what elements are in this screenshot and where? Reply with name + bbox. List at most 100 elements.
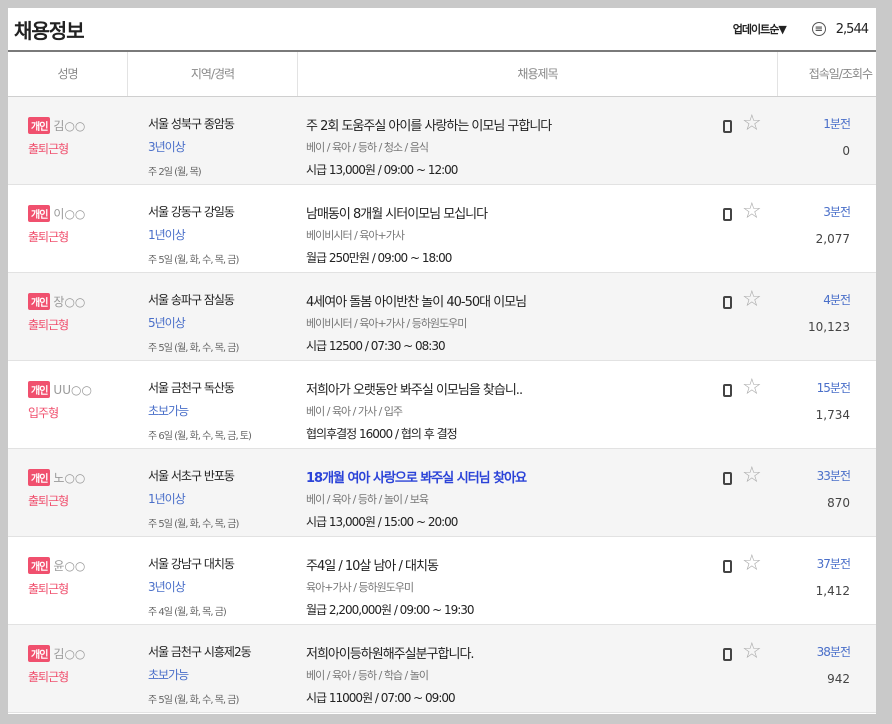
table-row[interactable]: 개인 이○○ 출퇴근형 서울 강동구 강일동 1년이상 주 5일 (월, 화, 수… <box>8 185 876 273</box>
pay-info: 시급 11000원 / 07:00 ~ 09:00 <box>306 691 456 705</box>
star-icon[interactable]: ☆ <box>742 201 762 223</box>
job-categories: 베이 / 육아 / 등하 / 청소 / 음식 <box>306 141 429 154</box>
work-type: 입주형 <box>28 406 59 420</box>
region-cell: 서울 강동구 강일동 1년이상 주 5일 (월, 화, 수, 목, 금) <box>128 185 298 272</box>
last-access: 1분전 <box>823 117 851 131</box>
work-type: 출퇴근형 <box>28 582 69 596</box>
table-row[interactable]: 개인 장○○ 출퇴근형 서울 송파구 잠실동 5년이상 주 5일 (월, 화, 수… <box>8 273 876 361</box>
table-row[interactable]: 개인 윤○○ 출퇴근형 서울 강남구 대치동 3년이상 주 4일 (월, 화, 목… <box>8 537 876 625</box>
pay-info: 시급 13,000원 / 09:00 ~ 12:00 <box>306 163 458 177</box>
view-count: 1,734 <box>815 408 850 422</box>
access-cell: 33분전 870 <box>778 449 876 536</box>
job-title-link[interactable]: 4세여아 돌봄 아이반찬 놀이 40-50대 이모님 <box>306 291 778 310</box>
personal-badge: 개인 <box>28 381 51 398</box>
table-row[interactable]: 개인 김○○ 출퇴근형 서울 금천구 시흥제2동 초보가능 주 5일 (월, 화,… <box>8 625 876 713</box>
last-access: 3분전 <box>823 205 851 219</box>
personal-badge: 개인 <box>28 293 51 310</box>
poster-cell: 개인 장○○ 출퇴근형 <box>8 273 128 360</box>
table-header: 성명 지역/경력 채용제목 접속일/조회수 <box>8 52 876 97</box>
view-count: 1,412 <box>815 584 850 598</box>
total-count: 2,544 <box>835 21 869 37</box>
job-title-link[interactable]: 18개월 여아 사랑으로 봐주실 시터님 찾아요 <box>306 467 778 486</box>
experience: 5년이상 <box>148 316 186 330</box>
poster-cell: 개인 이○○ 출퇴근형 <box>8 185 128 272</box>
region-cell: 서울 송파구 잠실동 5년이상 주 5일 (월, 화, 수, 목, 금) <box>128 273 298 360</box>
personal-badge: 개인 <box>28 557 51 574</box>
pay-info: 협의후결정 16000 / 협의 후 결정 <box>306 427 458 441</box>
personal-badge: 개인 <box>28 205 51 222</box>
work-days: 주 5일 (월, 화, 수, 목, 금) <box>148 343 239 354</box>
work-type: 출퇴근형 <box>28 494 69 508</box>
last-access: 15분전 <box>816 381 851 395</box>
star-icon[interactable]: ☆ <box>742 113 762 135</box>
list-circle-icon: ≡ <box>811 22 826 36</box>
poster-name: 김○○ <box>53 647 86 661</box>
phone-icon <box>723 120 732 133</box>
job-title-link[interactable]: 남매동이 8개월 시터이모님 모십니다 <box>306 203 778 222</box>
poster-name: 윤○○ <box>53 559 86 573</box>
job-categories: 베이비시터 / 육아+가사 / 등하원도우미 <box>306 317 467 330</box>
star-icon[interactable]: ☆ <box>742 553 762 575</box>
phone-icon <box>723 208 732 221</box>
table-row[interactable]: 개인 노○○ 출퇴근형 서울 서초구 반포동 1년이상 주 5일 (월, 화, 수… <box>8 449 876 537</box>
access-cell: 38분전 942 <box>778 625 876 712</box>
col-header-access: 접속일/조회수 <box>808 67 873 81</box>
location: 서울 성북구 종암동 <box>148 117 235 131</box>
work-days: 주 2일 (월, 목) <box>148 167 202 178</box>
last-access: 33분전 <box>816 469 851 483</box>
poster-cell: 개인 UU○○ 입주형 <box>8 361 128 448</box>
table-row[interactable]: 개인 김○○ 출퇴근형 서울 성북구 종암동 3년이상 주 2일 (월, 목) 주… <box>8 97 876 185</box>
access-cell: 15분전 1,734 <box>778 361 876 448</box>
poster-name: 노○○ <box>53 471 86 485</box>
location: 서울 금천구 독산동 <box>148 381 235 395</box>
location: 서울 금천구 시흥제2동 <box>148 645 252 659</box>
job-title-link[interactable]: 저희아가 오랫동안 봐주실 이모님을 찾습니.. <box>306 379 778 398</box>
region-cell: 서울 서초구 반포동 1년이상 주 5일 (월, 화, 수, 목, 금) <box>128 449 298 536</box>
experience: 3년이상 <box>148 580 186 594</box>
work-days: 주 6일 (월, 화, 수, 목, 금, 토) <box>148 431 252 442</box>
personal-badge: 개인 <box>28 469 51 486</box>
work-days: 주 5일 (월, 화, 수, 목, 금) <box>148 519 239 530</box>
experience: 1년이상 <box>148 492 186 506</box>
job-title-link[interactable]: 주4일 / 10살 남아 / 대치동 <box>306 555 778 574</box>
sort-dropdown[interactable]: 업데이트순▼ <box>733 21 787 37</box>
poster-cell: 개인 김○○ 출퇴근형 <box>8 97 128 184</box>
table-row[interactable]: 개인 UU○○ 입주형 서울 금천구 독산동 초보가능 주 6일 (월, 화, 수… <box>8 361 876 449</box>
col-header-region: 지역/경력 <box>128 52 298 96</box>
region-cell: 서울 금천구 시흥제2동 초보가능 주 5일 (월, 화, 수, 목, 금) <box>128 625 298 712</box>
access-cell: 37분전 1,412 <box>778 537 876 624</box>
location: 서울 강남구 대치동 <box>148 557 235 571</box>
poster-name: 이○○ <box>53 207 86 221</box>
title-cell: 저희아가 오랫동안 봐주실 이모님을 찾습니.. 베이 / 육아 / 가사 / … <box>298 361 778 448</box>
star-icon[interactable]: ☆ <box>742 641 762 663</box>
col-header-name: 성명 <box>8 52 128 96</box>
toolbar: 업데이트순▼ ≡ 2,544 <box>733 21 869 37</box>
poster-cell: 개인 노○○ 출퇴근형 <box>8 449 128 536</box>
view-count: 942 <box>827 672 850 686</box>
view-count: 870 <box>827 496 850 510</box>
star-icon[interactable]: ☆ <box>742 377 762 399</box>
phone-icon <box>723 560 732 573</box>
phone-icon <box>723 296 732 309</box>
last-access: 38분전 <box>816 645 851 659</box>
personal-badge: 개인 <box>28 645 51 662</box>
title-cell: 주 2회 도움주실 아이를 사랑하는 이모님 구합니다 베이 / 육아 / 등하… <box>298 97 778 184</box>
poster-cell: 개인 김○○ 출퇴근형 <box>8 625 128 712</box>
last-access: 37분전 <box>816 557 851 571</box>
work-days: 주 5일 (월, 화, 수, 목, 금) <box>148 255 239 266</box>
col-header-title: 채용제목 <box>298 52 778 96</box>
phone-icon <box>723 648 732 661</box>
work-type: 출퇴근형 <box>28 230 69 244</box>
star-icon[interactable]: ☆ <box>742 289 762 311</box>
work-type: 출퇴근형 <box>28 670 69 684</box>
poster-name: 장○○ <box>53 295 86 309</box>
access-cell: 1분전 0 <box>778 97 876 184</box>
job-title-link[interactable]: 저희아이등하원해주실분구합니다. <box>306 643 778 662</box>
location: 서울 강동구 강일동 <box>148 205 235 219</box>
job-title-link[interactable]: 주 2회 도움주실 아이를 사랑하는 이모님 구합니다 <box>306 115 778 134</box>
job-board-panel: 채용정보 업데이트순▼ ≡ 2,544 성명 지역/경력 채용제목 접속일/조회… <box>8 8 876 714</box>
view-count: 0 <box>842 144 850 158</box>
work-days: 주 4일 (월, 화, 목, 금) <box>148 607 227 618</box>
star-icon[interactable]: ☆ <box>742 465 762 487</box>
location: 서울 송파구 잠실동 <box>148 293 235 307</box>
